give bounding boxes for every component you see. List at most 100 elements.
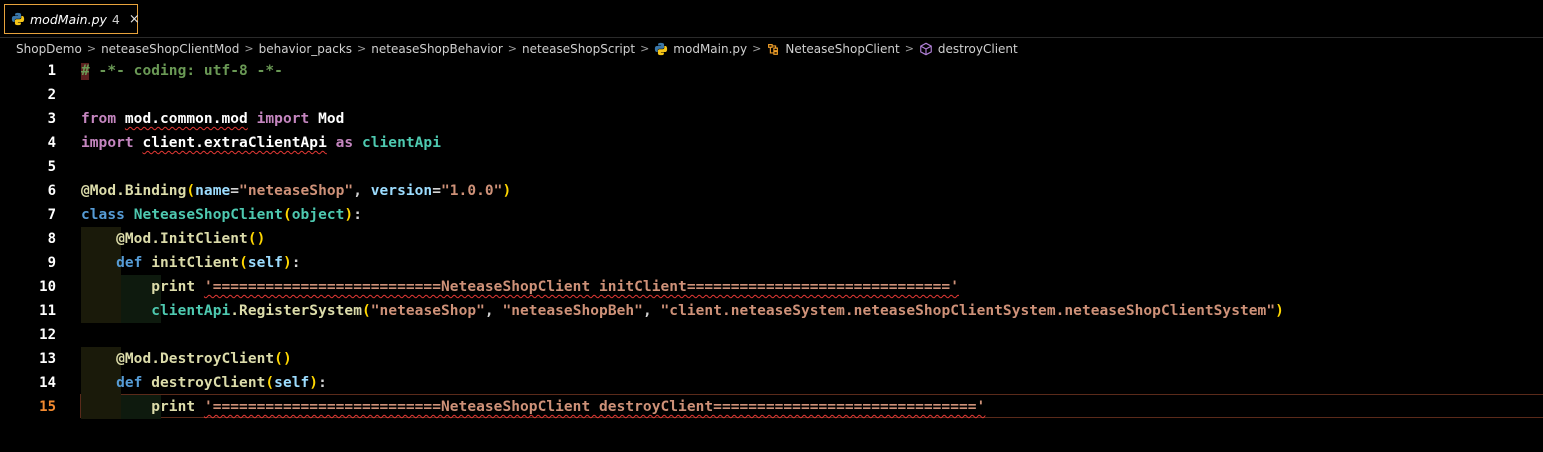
- code-token: clientApi: [151, 303, 231, 319]
- code-line[interactable]: 6 @Mod.Binding(name="neteaseShop", versio…: [0, 179, 1543, 203]
- code-token: (: [282, 207, 292, 223]
- code-line[interactable]: 12: [0, 323, 1543, 347]
- code-text: @Mod.DestroyClient(): [81, 347, 292, 371]
- chevron-right-icon: >: [86, 42, 97, 55]
- code-token: Mod: [318, 111, 345, 127]
- line-number: 9: [47, 255, 56, 271]
- breadcrumb-modmain-label: modMain.py: [673, 41, 748, 56]
- code-line[interactable]: 13 @Mod.DestroyClient(): [0, 347, 1543, 371]
- code-token: # -*- coding: utf-8 -*-: [81, 63, 283, 79]
- breadcrumb-neteaseshopscript[interactable]: neteaseShopScript: [522, 42, 635, 56]
- code-text: def initClient(self):: [81, 251, 301, 275]
- code-token: @Mod.DestroyClient: [116, 351, 275, 367]
- code-line[interactable]: 2: [0, 83, 1543, 107]
- code-line[interactable]: 10 print '==========================Nete…: [0, 275, 1543, 299]
- breadcrumb-class-label: NeteaseShopClient: [785, 41, 900, 56]
- close-icon[interactable]: ×: [129, 13, 140, 26]
- code-token: "client.neteaseSystem.neteaseShopClientS…: [660, 303, 1276, 319]
- code-line[interactable]: 11 clientApi.RegisterSystem("neteaseShop…: [0, 299, 1543, 323]
- breadcrumb-modmain-file[interactable]: modMain.py: [654, 42, 747, 56]
- code-token: client.extraClientApi: [142, 135, 327, 151]
- code-token: ): [502, 183, 512, 199]
- code-line[interactable]: 8 @Mod.InitClient(): [0, 227, 1543, 251]
- code-text: @Mod.Binding(name="neteaseShop", version…: [81, 179, 511, 203]
- breadcrumb-behavior-packs[interactable]: behavior_packs: [259, 42, 352, 56]
- code-text: print '==========================Netease…: [81, 275, 959, 299]
- code-token: :: [353, 207, 362, 223]
- line-number: 10: [39, 279, 56, 295]
- code-token: object: [291, 207, 345, 223]
- code-line[interactable]: 1 # -*- coding: utf-8 -*-: [0, 59, 1543, 83]
- line-number: 5: [47, 159, 56, 175]
- code-token: def: [116, 255, 152, 271]
- python-file-icon: [11, 12, 25, 26]
- chevron-right-icon: >: [244, 42, 254, 55]
- code-editor[interactable]: 1 # -*- coding: utf-8 -*- 2 3 from mod.commo…: [0, 59, 1543, 452]
- code-line[interactable]: 9 def initClient(self):: [0, 251, 1543, 275]
- code-token: version: [370, 183, 433, 199]
- tab-modmain[interactable]: modMain.py 4 ×: [4, 4, 140, 34]
- code-token: print: [151, 399, 204, 415]
- code-token: ,: [484, 303, 503, 319]
- code-token: :: [291, 255, 301, 271]
- code-token: (): [274, 351, 292, 367]
- breadcrumb-neteaseshopbehavior[interactable]: neteaseShopBehavior: [371, 42, 503, 56]
- code-token: (: [186, 183, 196, 199]
- code-token: (: [265, 375, 275, 391]
- code-token: (): [247, 231, 266, 247]
- line-number: 8: [47, 231, 56, 247]
- chevron-right-icon: >: [357, 42, 367, 55]
- chevron-right-icon: >: [752, 42, 762, 55]
- code-token: NeteaseShopClient: [133, 207, 283, 223]
- code-token: self: [247, 255, 283, 271]
- code-token: '==========================NeteaseShopCl…: [203, 399, 986, 415]
- class-symbol-icon: [768, 43, 779, 55]
- code-token: '==========================NeteaseShopCl…: [203, 279, 959, 295]
- code-token: ,: [353, 183, 371, 199]
- code-text: def destroyClient(self):: [81, 371, 327, 395]
- code-token: as: [326, 135, 362, 151]
- line-number: 7: [47, 207, 56, 223]
- chevron-right-icon: >: [640, 42, 650, 55]
- code-text: @Mod.InitClient(): [81, 227, 265, 251]
- code-token: "neteaseShop": [239, 183, 354, 199]
- code-text: from mod.common.mod import Mod: [81, 107, 344, 131]
- code-line[interactable]: 5: [0, 155, 1543, 179]
- code-token: (: [361, 303, 371, 319]
- code-line[interactable]: 14 def destroyClient(self):: [0, 371, 1543, 395]
- code-token: def: [116, 375, 152, 391]
- code-token: ): [344, 207, 354, 223]
- code-token: mod.common.mod: [124, 111, 248, 127]
- code-token: ,: [642, 303, 661, 319]
- line-number: 12: [39, 327, 56, 343]
- code-token: class: [81, 207, 134, 223]
- python-file-icon: [655, 42, 668, 55]
- code-line[interactable]: 15 print '==========================Nete…: [0, 395, 1543, 419]
- breadcrumb-class-neteaseshopclient[interactable]: NeteaseShopClient: [766, 41, 900, 56]
- breadcrumb-method-destroyclient[interactable]: destroyClient: [919, 42, 1018, 56]
- chevron-right-icon: >: [507, 42, 518, 55]
- code-token: "neteaseShop": [370, 303, 485, 319]
- line-number: 1: [47, 63, 56, 79]
- code-token: @Mod.Binding: [81, 183, 187, 199]
- code-line[interactable]: 3 from mod.common.mod import Mod: [0, 107, 1543, 131]
- code-token: import: [81, 135, 143, 151]
- breadcrumb-shopdemo[interactable]: ShopDemo: [16, 42, 82, 56]
- line-number: 11: [39, 303, 56, 319]
- code-token: from: [81, 111, 125, 127]
- method-cube-icon: [920, 42, 932, 55]
- code-line[interactable]: 4 import client.extraClientApi as clientA…: [0, 131, 1543, 155]
- line-number: 6: [47, 183, 56, 199]
- breadcrumb-neteaseshopclientmod[interactable]: neteaseShopClientMod: [101, 42, 239, 56]
- chevron-right-icon: >: [904, 42, 914, 55]
- code-text: clientApi.RegisterSystem("neteaseShop", …: [81, 299, 1284, 323]
- code-token: (: [239, 255, 248, 271]
- code-line[interactable]: 7 class NeteaseShopClient(object):: [0, 203, 1543, 227]
- code-token: :: [318, 375, 327, 391]
- problem-count-badge: 4: [111, 11, 120, 27]
